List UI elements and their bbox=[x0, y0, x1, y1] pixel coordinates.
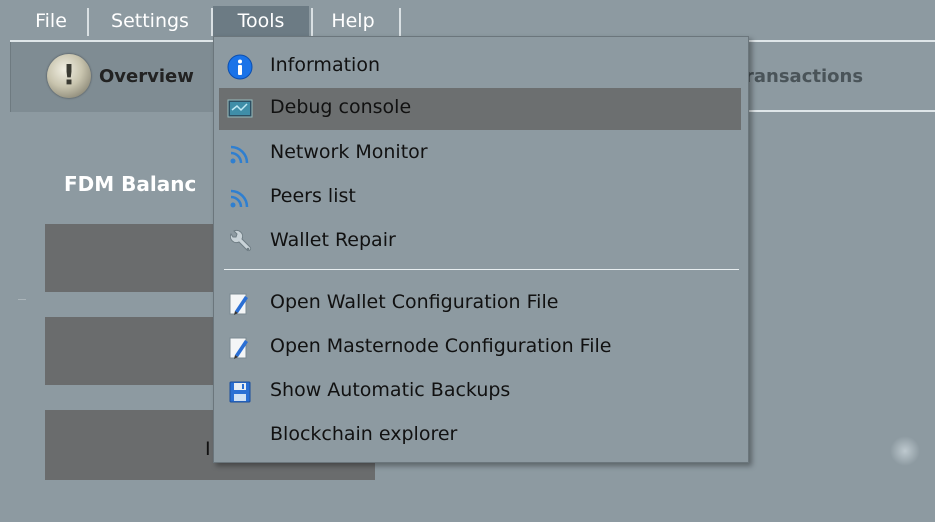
tab-overview-label: Overview bbox=[99, 66, 194, 87]
network-icon bbox=[227, 185, 253, 211]
tab-transactions[interactable]: ransactions bbox=[745, 66, 863, 87]
edit-file-icon bbox=[227, 291, 253, 317]
menu-item-blockchain-explorer[interactable]: Blockchain explorer bbox=[219, 415, 741, 457]
menu-item-open-wallet-config[interactable]: Open Wallet Configuration File bbox=[219, 283, 741, 325]
menu-item-label: Network Monitor bbox=[270, 141, 428, 163]
floppy-disk-icon bbox=[227, 379, 253, 405]
menu-item-label: Wallet Repair bbox=[270, 229, 396, 251]
menu-bar: File Settings Tools Help bbox=[0, 0, 935, 36]
menu-item-label: Debug console bbox=[270, 96, 412, 118]
console-icon bbox=[227, 96, 253, 122]
divider-mark bbox=[18, 299, 26, 300]
background-glow bbox=[890, 436, 920, 466]
menu-tools[interactable]: Tools bbox=[213, 6, 309, 36]
menu-separator bbox=[399, 8, 401, 36]
menu-item-network-monitor[interactable]: Network Monitor bbox=[219, 133, 741, 175]
menu-item-label: Open Wallet Configuration File bbox=[270, 291, 559, 313]
menu-separator bbox=[87, 8, 89, 36]
edit-file-icon bbox=[227, 335, 253, 361]
menu-item-show-automatic-backups[interactable]: Show Automatic Backups bbox=[219, 371, 741, 413]
menu-item-information[interactable]: Information bbox=[219, 46, 741, 88]
menu-item-open-masternode-config[interactable]: Open Masternode Configuration File bbox=[219, 327, 741, 369]
balance-title: FDM Balanc bbox=[64, 172, 197, 196]
menu-item-debug-console[interactable]: Debug console bbox=[219, 88, 741, 130]
menu-separator bbox=[224, 269, 739, 270]
menu-settings[interactable]: Settings bbox=[96, 6, 204, 36]
tab-overview[interactable]: Overview bbox=[10, 42, 215, 112]
tools-dropdown-menu: Information Debug console Network Monito… bbox=[213, 36, 749, 463]
menu-help[interactable]: Help bbox=[318, 6, 388, 36]
menu-separator bbox=[311, 8, 313, 36]
wrench-icon bbox=[227, 229, 253, 255]
menu-item-label: Blockchain explorer bbox=[270, 423, 458, 445]
menu-item-label: Peers list bbox=[270, 185, 356, 207]
menu-item-label: Information bbox=[270, 54, 380, 76]
menu-item-wallet-repair[interactable]: Wallet Repair bbox=[219, 221, 741, 263]
balance-total-value: I bbox=[205, 438, 211, 460]
menu-item-peers-list[interactable]: Peers list bbox=[219, 177, 741, 219]
network-icon bbox=[227, 141, 253, 167]
menu-item-label: Open Masternode Configuration File bbox=[270, 335, 612, 357]
info-icon bbox=[227, 54, 253, 80]
menu-item-label: Show Automatic Backups bbox=[270, 379, 511, 401]
overview-icon bbox=[47, 54, 91, 98]
menu-file[interactable]: File bbox=[22, 6, 80, 36]
